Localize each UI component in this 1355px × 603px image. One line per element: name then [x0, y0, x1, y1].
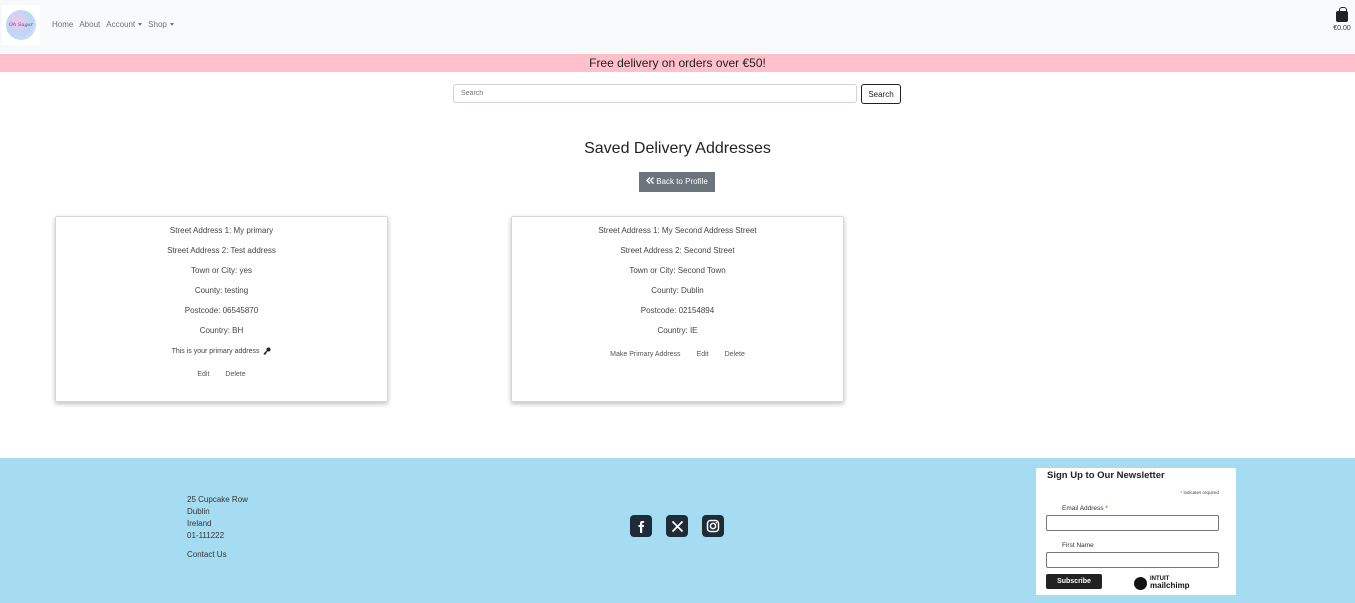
search-button[interactable]: Search [861, 84, 901, 104]
postcode: Postcode: 06545870 [184, 306, 259, 315]
footer-address: 25 Cupcake Row Dublin Ireland 01-111222 [187, 494, 248, 542]
county: County: Dublin [651, 286, 704, 295]
nav-dropdown-shop[interactable]: Shop [148, 20, 174, 29]
x-icon[interactable] [666, 515, 688, 537]
required-star: * [1180, 490, 1183, 495]
first-name-field[interactable] [1046, 552, 1219, 568]
town-or-city: Town or City: Second Town [629, 266, 726, 275]
navbar: Oh Sugar Home About Account Shop €0.00 [0, 0, 1355, 54]
footer: 25 Cupcake Row Dublin Ireland 01-111222 … [0, 458, 1355, 603]
logo-text: Oh Sugar [8, 22, 34, 28]
social-links [630, 515, 724, 537]
double-chevron-left-icon [646, 177, 655, 184]
cart-total: €0.00 [1333, 25, 1351, 32]
primary-address-note: This is your primary address [56, 347, 387, 355]
mailchimp-wordmark: INTUIT mailchimp [1150, 576, 1190, 590]
address-line: Ireland [187, 519, 212, 528]
email-field[interactable] [1046, 515, 1219, 531]
subscribe-button[interactable]: Subscribe [1046, 574, 1102, 589]
email-label: Email Address * [1062, 505, 1108, 512]
nav-dropdown-account-label: Account [106, 20, 136, 29]
shopping-bag-icon [1336, 7, 1348, 22]
card-actions: Edit Delete [56, 371, 387, 378]
logo-mark: Oh Sugar [6, 10, 36, 40]
edit-address-link[interactable]: Edit [697, 351, 709, 358]
caret-down-icon [138, 23, 143, 27]
primary-address-note-text: This is your primary address [171, 347, 260, 355]
page-title: Saved Delivery Addresses [584, 140, 771, 157]
mailchimp-text: mailchimp [1150, 581, 1190, 590]
nav-dropdown-shop-label: Shop [148, 20, 167, 29]
address-line: Dublin [187, 507, 210, 516]
phone-number: 01-111222 [187, 531, 225, 540]
street-address-1: Street Address 1: My primary [169, 226, 274, 235]
town-or-city: Town or City: yes [191, 266, 252, 275]
address-card: Street Address 1: My Second Address Stre… [511, 216, 844, 402]
mailchimp-logo: INTUIT mailchimp [1134, 576, 1190, 590]
county: County: testing [194, 286, 249, 295]
delete-address-link[interactable]: Delete [225, 371, 245, 378]
contact-us-link[interactable]: Contact Us [187, 550, 227, 559]
facebook-icon[interactable] [630, 515, 652, 537]
instagram-icon[interactable] [702, 515, 724, 537]
cart-link[interactable]: €0.00 [1330, 7, 1354, 32]
first-name-label: First Name [1062, 542, 1094, 549]
search-input[interactable] [453, 84, 857, 103]
edit-address-link[interactable]: Edit [197, 371, 209, 378]
mailchimp-icon [1134, 576, 1147, 590]
country: Country: IE [657, 326, 698, 335]
newsletter-signup: Sign Up to Our Newsletter * indicates re… [1036, 468, 1236, 595]
caret-down-icon [169, 23, 174, 27]
street-address-2: Street Address 2: Second Street [620, 246, 735, 255]
address-line: 25 Cupcake Row [187, 495, 248, 504]
newsletter-title: Sign Up to Our Newsletter [1047, 470, 1165, 481]
nav-link-about[interactable]: About [79, 20, 100, 29]
street-address-1: Street Address 1: My Second Address Stre… [598, 226, 757, 235]
postcode: Postcode: 02154894 [640, 306, 715, 315]
make-primary-address-link[interactable]: Make Primary Address [610, 351, 680, 358]
card-actions: Make Primary Address Edit Delete [512, 351, 843, 358]
back-to-profile-button[interactable]: Back to Profile [639, 172, 715, 192]
address-card: Street Address 1: My primary Street Addr… [55, 216, 388, 402]
nav-links: Home About Account Shop [52, 20, 180, 29]
required-note: * indicates required [1180, 490, 1219, 495]
site-logo[interactable]: Oh Sugar [2, 5, 40, 45]
required-star: * [1105, 505, 1108, 512]
back-to-profile-label: Back to Profile [656, 177, 708, 186]
delete-address-link[interactable]: Delete [725, 351, 745, 358]
nav-dropdown-account[interactable]: Account [106, 20, 143, 29]
required-note-text: indicates required [1183, 490, 1219, 495]
delivery-banner: Free delivery on orders over €50! [0, 54, 1355, 72]
country: Country: BH [199, 326, 244, 335]
street-address-2: Street Address 2: Test address [167, 246, 276, 255]
email-label-text: Email Address [1062, 505, 1104, 512]
nav-link-home[interactable]: Home [52, 20, 73, 29]
key-icon [263, 347, 271, 355]
